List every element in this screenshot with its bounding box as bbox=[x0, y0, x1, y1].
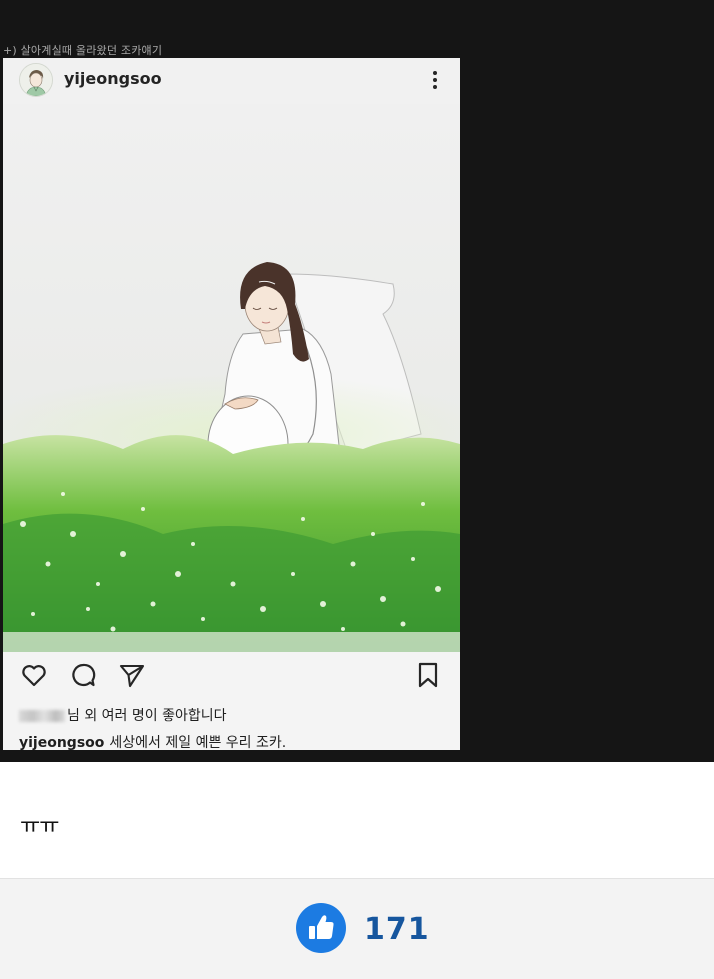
post-image[interactable] bbox=[3, 104, 460, 652]
pregnant-bride-illustration bbox=[3, 104, 460, 652]
post-caption: yijeongsoo 세상에서 제일 예쁜 우리 조카. bbox=[19, 732, 286, 752]
caption-username[interactable]: yijeongsoo bbox=[19, 735, 104, 751]
more-vertical-icon[interactable] bbox=[421, 66, 449, 94]
instagram-post: yijeongsoo 님 외 여러 명이 좋아합니다 yijeongsoo 세상… bbox=[3, 58, 460, 752]
heart-icon[interactable] bbox=[19, 660, 49, 690]
footer-like-bar: 171 bbox=[0, 878, 714, 979]
top-caption: +) 살아계실때 올라왔던 조카얘기 bbox=[3, 44, 163, 57]
likes-text: 님 외 여러 명이 좋아합니다 bbox=[67, 708, 227, 724]
likes-summary[interactable]: 님 외 여러 명이 좋아합니다 bbox=[19, 705, 226, 725]
send-icon[interactable] bbox=[117, 660, 147, 690]
caption-text: 세상에서 제일 예쁜 우리 조카. bbox=[109, 735, 287, 751]
comment-icon[interactable] bbox=[68, 660, 98, 690]
thumbs-up-button[interactable] bbox=[296, 903, 346, 953]
like-count: 171 bbox=[364, 912, 430, 947]
comment-text: ㅠㅠ bbox=[20, 814, 59, 839]
bookmark-icon[interactable] bbox=[413, 660, 443, 690]
thumbs-up-icon bbox=[309, 915, 334, 939]
avatar-illustration bbox=[20, 64, 52, 96]
post-header: yijeongsoo bbox=[3, 58, 460, 104]
post-username[interactable]: yijeongsoo bbox=[64, 69, 162, 88]
post-actions bbox=[3, 658, 460, 696]
blurred-username bbox=[19, 710, 65, 722]
avatar[interactable] bbox=[19, 63, 53, 97]
